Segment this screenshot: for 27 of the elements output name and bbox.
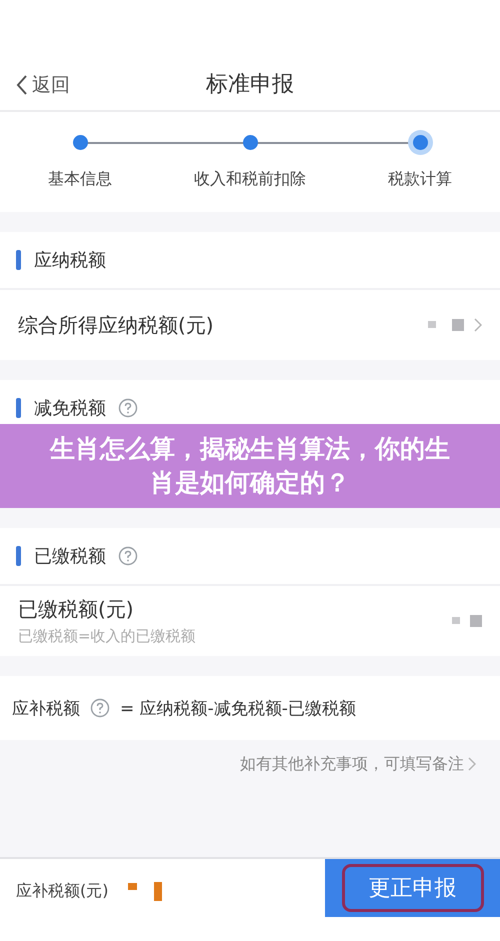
section-title: 应纳税额 (34, 249, 106, 272)
blurred-value-drawing (452, 614, 482, 628)
step-label: 基本信息 (47, 169, 113, 190)
page-title: 标准申报 (206, 71, 294, 99)
accent-bar (16, 398, 21, 418)
formula-label: 应补税额 (12, 698, 80, 720)
help-icon (90, 698, 110, 718)
back-button[interactable]: 返回 (14, 70, 72, 100)
row-label: 综合所得应纳税额(元) (18, 312, 214, 338)
formula-text: = 应纳税额-减免税额-已缴税额 (120, 698, 356, 720)
row-label: 已缴税额(元) (18, 596, 135, 623)
back-icon (16, 75, 28, 95)
section-title: 减免税额 (34, 397, 106, 420)
total-label: 应补税额(元) (16, 880, 108, 902)
row-hint: 已缴税额=收入的已缴税额 (18, 627, 196, 646)
step-label: 税款计算 (387, 169, 453, 190)
blurred-value-drawing (128, 879, 162, 903)
form-row[interactable]: 综合所得应纳税额(元) (0, 290, 500, 360)
section-title: 已缴税额 (34, 545, 106, 568)
correct-filing-button[interactable]: 更正申报 (342, 864, 484, 912)
accent-bar (16, 546, 21, 566)
chevron-icon (468, 757, 476, 771)
form-row[interactable]: 已缴税额(元) 已缴税额=收入的已缴税额 (0, 586, 500, 656)
step-label: 收入和税前扣除 (193, 169, 307, 190)
banner-title: 生肖怎么算，揭秘生肖算法，你的生肖是如何确定的？ (50, 433, 450, 499)
accent-bar (16, 250, 21, 270)
blurred-value-drawing (428, 318, 464, 332)
